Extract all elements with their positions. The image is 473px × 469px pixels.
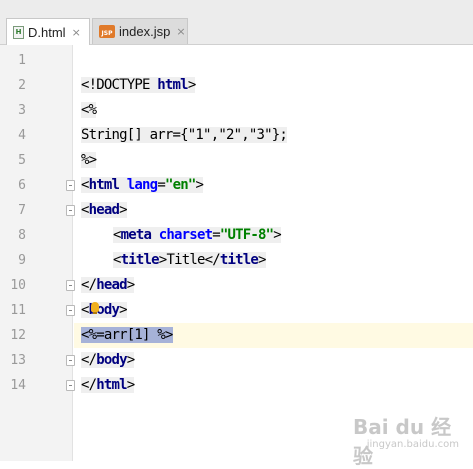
line-number: 10 [10,278,26,293]
code-line[interactable]: </body> [81,348,135,373]
editor-tab-bar: H D.html × JSP index.jsp × [0,0,473,45]
line-number: 13 [10,353,26,368]
code-line[interactable]: <!DOCTYPE html> [81,73,196,98]
code-line-selected[interactable]: <%=arr[1] %> [81,323,173,348]
line-number: 1 [18,53,26,68]
line-number: 3 [18,103,26,118]
line-number: 6 [18,178,26,193]
line-number: 5 [18,153,26,168]
html-file-icon: H [13,25,24,39]
code-line[interactable]: String[] arr={"1","2","3"}; [81,123,288,148]
code-line[interactable]: <body> [81,298,128,323]
watermark-url: jingyan.baidu.com [366,439,459,450]
code-line[interactable]: %> [81,148,97,173]
line-number: 12 [10,328,26,343]
fold-marker-icon[interactable] [66,180,75,191]
fold-marker-icon[interactable] [66,205,75,216]
lightbulb-icon[interactable] [91,302,99,314]
watermark-logo: Bai du 经验 jingyan.baidu.com [353,405,463,468]
line-number: 14 [10,378,26,393]
code-line[interactable]: </html> [81,373,135,398]
fold-marker-icon[interactable] [66,305,75,316]
fold-marker-icon[interactable] [66,380,75,391]
code-line[interactable]: </head> [81,273,135,298]
line-number: 4 [18,128,26,143]
code-line[interactable]: <head> [81,198,128,223]
line-number: 8 [18,228,26,243]
fold-marker-icon[interactable] [66,355,75,366]
line-number: 2 [18,78,26,93]
line-number-gutter: 1 2 3 4 5 6 7 8 9 10 11 12 13 14 [0,45,75,461]
line-number: 9 [18,253,26,268]
jsp-file-icon: JSP [99,25,115,38]
code-editor[interactable]: 1 2 3 4 5 6 7 8 9 10 11 12 13 14 <!DOCTY… [0,45,473,468]
tab-label: D.html [28,24,66,40]
fold-marker-icon[interactable] [66,280,75,291]
code-line[interactable]: <meta charset="UTF-8"> [113,223,282,248]
line-number: 11 [10,303,26,318]
code-line[interactable]: <html lang="en"> [81,173,204,198]
code-line[interactable]: <% [81,98,97,123]
close-icon[interactable]: × [176,25,185,38]
tab-d-html[interactable]: H D.html × [6,18,90,45]
close-icon[interactable]: × [72,26,81,39]
tab-label: index.jsp [119,24,171,39]
code-line[interactable]: <title>Title</title> [113,248,266,273]
tab-index-jsp[interactable]: JSP index.jsp × [92,18,188,44]
line-number: 7 [18,203,26,218]
